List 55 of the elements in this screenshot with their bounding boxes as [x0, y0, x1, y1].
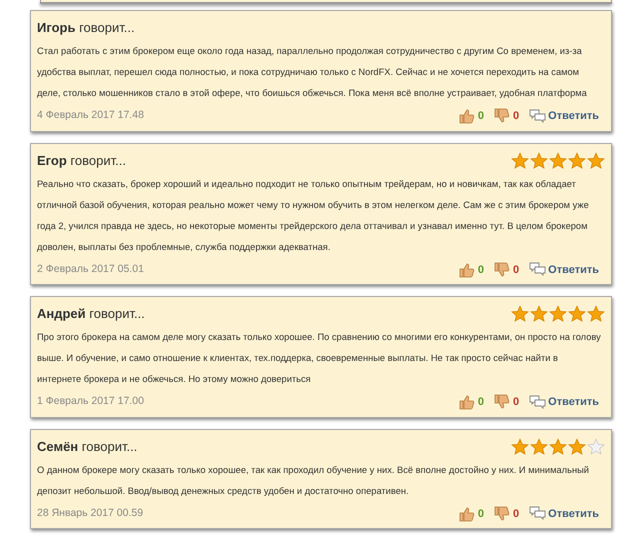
thumbs-up-icon[interactable] — [458, 108, 475, 124]
comment-date: 2 Февраль 2017 05.01 — [37, 262, 144, 277]
author-name: Игорь — [37, 20, 76, 36]
reply-link[interactable]: Ответить — [529, 506, 599, 522]
comment-date: 1 Февраль 2017 17.00 — [37, 394, 144, 410]
star-icon — [587, 305, 605, 323]
thumbs-down-icon[interactable] — [494, 262, 510, 278]
says-label: говорит... — [89, 306, 145, 322]
dislike-count: 0 — [513, 109, 520, 124]
star-icon — [530, 305, 548, 323]
author-name: Семён — [37, 438, 78, 454]
comment-text: О данном брокере могу сказать только хорошее, так как проходил обучение у них. Всё вполне достойно у них. И минимальный депозит небольшой. Ввод/вывод денежных средств удобен и достаточно оперативен. — [37, 464, 590, 498]
star-icon — [568, 438, 586, 456]
author-name: Егор — [37, 152, 67, 168]
star-icon — [511, 305, 529, 323]
like-count: 0 — [478, 395, 484, 410]
thumbs-down-icon[interactable] — [494, 108, 510, 124]
reply-link[interactable]: Ответить — [529, 262, 599, 278]
star-icon — [549, 438, 567, 456]
thumbs-up-icon[interactable] — [458, 262, 475, 278]
comment-text: Реально что сказать, брокер хороший и идеально подходит не только опытным трейдерам, но и новичкам, так как обладает отличной базой обучения, которая реально может чему то нужном обучить в этом нелегком деле. Сам же с этим брокером уже года 2, учился правда не здесь, но некоторые моменты трейдерского дела оттачивал и узнавал именно тут. В целом брокером доволен, выплаты без проблемные, служба поддержки адекватная. — [37, 178, 590, 254]
star-icon — [568, 152, 586, 170]
comment-date: 4 Февраль 2017 17.48 — [37, 108, 144, 124]
star-icon — [549, 305, 567, 323]
says-label: говорит... — [70, 152, 126, 168]
speech-bubbles-icon — [529, 506, 546, 522]
reply-link[interactable]: Ответить — [529, 394, 599, 410]
says-label: говорит... — [82, 438, 138, 454]
reply-link[interactable]: Ответить — [529, 108, 599, 124]
dislike-count: 0 — [513, 262, 520, 278]
speech-bubbles-icon — [529, 108, 546, 124]
dislike-count: 0 — [513, 395, 520, 410]
star-icon — [587, 152, 605, 170]
comment-date: 28 Январь 2017 00.59 — [37, 506, 144, 521]
star-icon — [530, 438, 548, 456]
author-name: Андрей — [37, 306, 86, 322]
says-label: говорит... — [79, 20, 135, 36]
comment-text: Стал работать с этим брокером еще около года назад, параллельно продолжая сотрудничество с другим Со временем, из-за удобства выплат, перешел сюда полностью, и пока сотрудничаю только с NordFX. Сейчас и не хочется переходить на самом деле, столько мошенников стало в этой офере, что боишься обжечься. Пока меня всё вполне устраивает, удобная платформа — [37, 45, 588, 100]
dislike-count: 0 — [513, 506, 520, 522]
like-count: 0 — [478, 506, 484, 522]
thumbs-down-icon[interactable] — [494, 506, 510, 522]
thumbs-up-icon[interactable] — [458, 506, 475, 522]
speech-bubbles-icon — [529, 262, 546, 278]
star-icon — [511, 152, 529, 170]
speech-bubbles-icon — [529, 394, 546, 410]
thumbs-up-icon[interactable] — [458, 394, 475, 410]
thumbs-down-icon[interactable] — [494, 394, 510, 410]
like-count: 0 — [478, 262, 484, 278]
star-icon — [511, 438, 529, 456]
star-icon — [587, 438, 605, 456]
comment-text: Про этого брокера на самом деле могу сказать только хорошее. По сравнению со многими его конкурентами, он просто на голову выше. И обучение, и само отношение к клиентах, тех.поддерка, своевременные выплаты. Не так просто сейчас найти в интернете брокера и не обжечься. Но этому можно довериться — [37, 331, 602, 386]
star-icon — [530, 152, 548, 170]
star-icon — [568, 305, 586, 323]
like-count: 0 — [478, 109, 484, 124]
star-icon — [549, 152, 567, 170]
